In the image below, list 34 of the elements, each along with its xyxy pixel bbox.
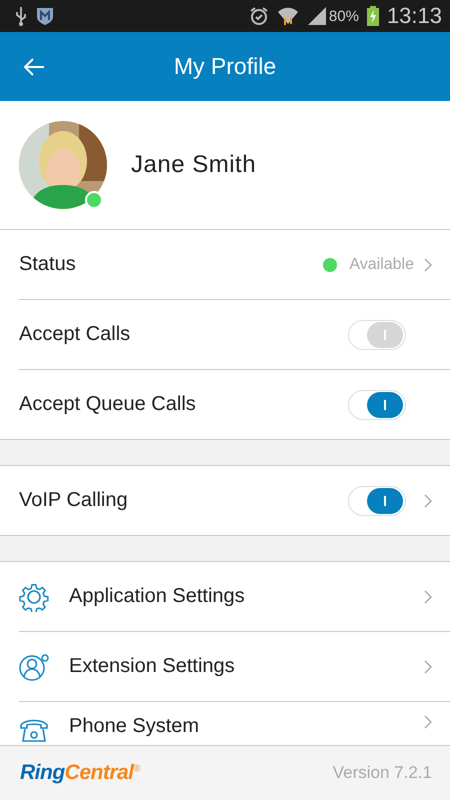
wifi-icon <box>276 6 299 26</box>
row-label: Extension Settings <box>69 655 236 678</box>
row-label: Accept Queue Calls <box>19 393 197 416</box>
chevron-icon <box>424 660 432 674</box>
chevron-icon <box>424 715 432 729</box>
profile-name: Jane Smith <box>131 151 256 179</box>
row-label: Application Settings <box>69 585 246 608</box>
list-row[interactable]: Application Settings <box>0 562 450 631</box>
person-gear-icon <box>19 652 49 682</box>
toggle-switch[interactable] <box>348 390 406 420</box>
shield-icon <box>36 6 54 26</box>
settings-icon <box>19 582 49 612</box>
alarm-icon <box>248 6 269 26</box>
signal-icon <box>306 6 327 26</box>
brand-logo: RingCentral$^{®}$ <box>20 761 140 785</box>
status-value: Available <box>349 256 414 274</box>
usb-icon <box>14 6 28 26</box>
row-label: Accept Calls <box>19 323 132 346</box>
chevron-icon <box>424 258 432 272</box>
toggle-switch[interactable] <box>348 486 406 516</box>
list-row[interactable]: Status Available <box>0 230 450 299</box>
screen-title: My Profile <box>174 53 276 80</box>
battery-icon <box>366 6 379 26</box>
clock-time: 13:13 <box>386 3 442 29</box>
version-text: Version 7.2.1 <box>332 763 432 783</box>
toggle-switch[interactable] <box>348 320 406 350</box>
back-arrow-icon <box>22 56 46 76</box>
list-row[interactable]: Extension Settings <box>0 632 450 701</box>
list-row[interactable]: Phone System <box>0 702 450 745</box>
battery-percent: 80% <box>328 8 359 24</box>
row-label: VoIP Calling <box>19 489 129 512</box>
row-label: Phone System <box>69 715 200 738</box>
chevron-icon <box>424 590 432 604</box>
row-label: Status <box>19 253 77 276</box>
